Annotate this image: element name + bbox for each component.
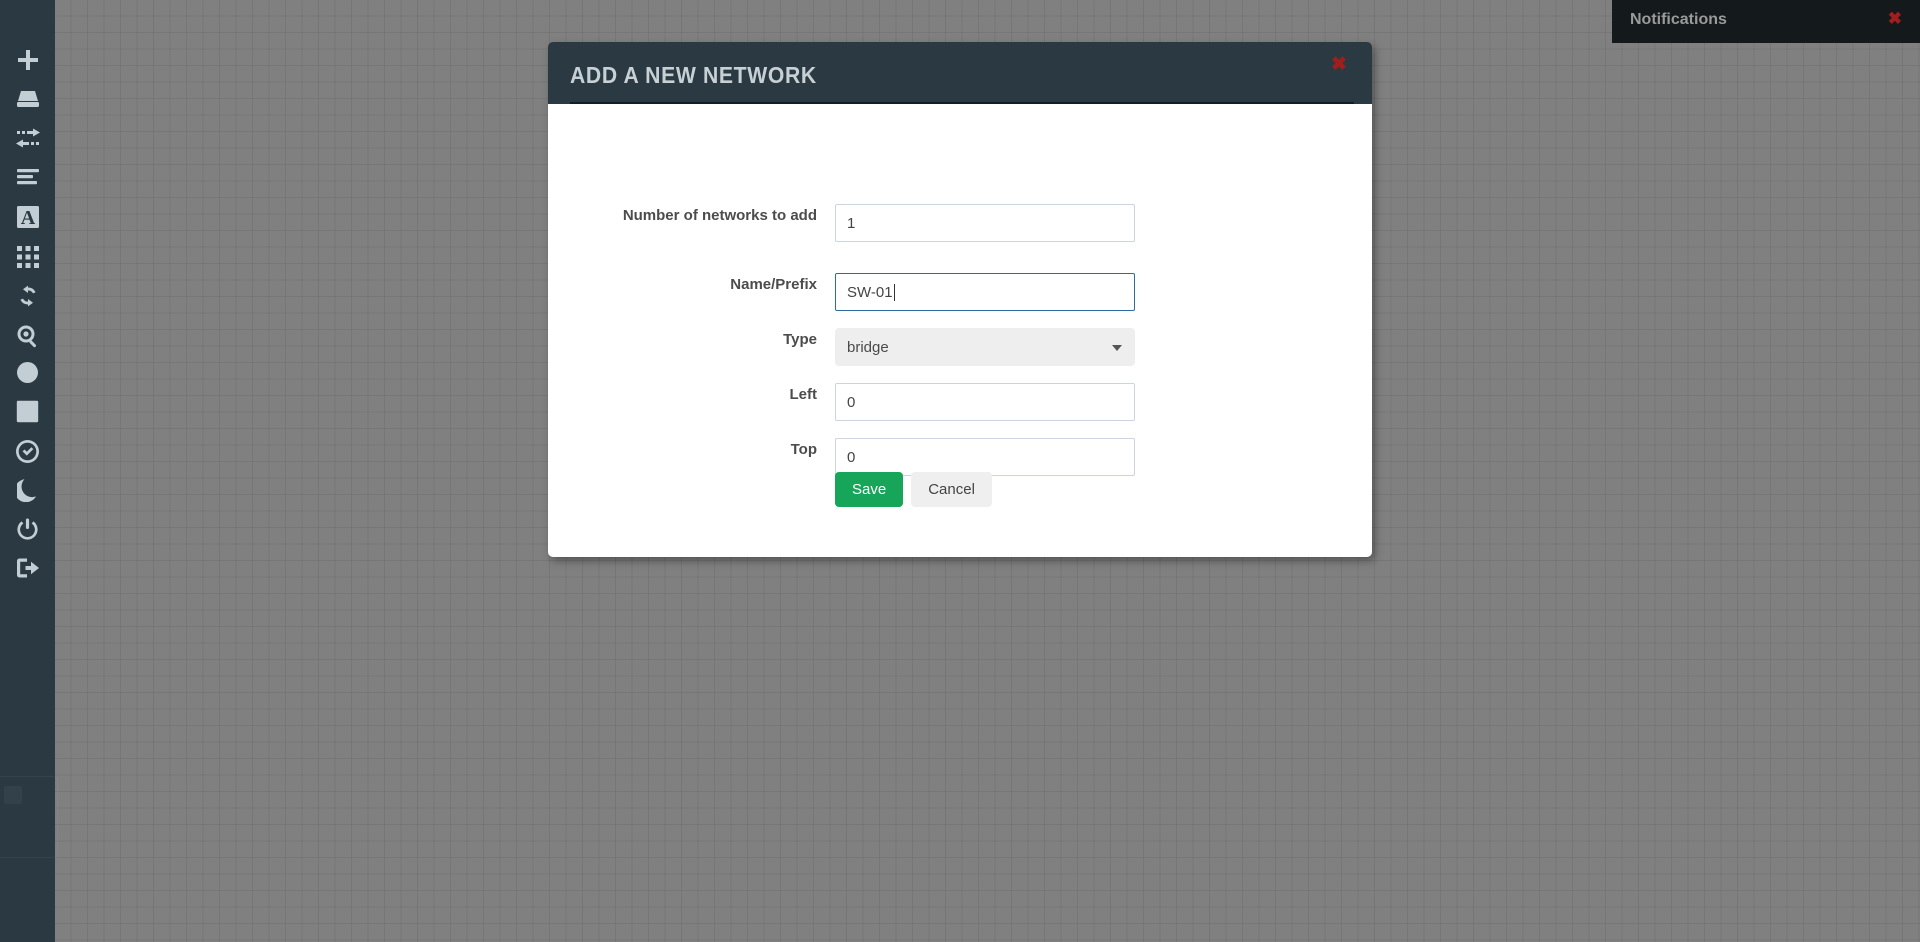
dialog-body: Number of networks to add 1 Name/Prefix … [548, 104, 1372, 557]
notifications-close-icon[interactable]: ✖ [1888, 10, 1902, 27]
cancel-button[interactable]: Cancel [911, 472, 992, 507]
arrows-exchange-icon [15, 126, 41, 150]
notifications-title: Notifications [1630, 11, 1727, 28]
power-icon [16, 517, 39, 540]
logout-icon [16, 557, 40, 579]
input-name-prefix-value: SW-01 [847, 283, 893, 301]
input-top-value: 0 [847, 448, 856, 466]
letter-a-icon: A [16, 205, 40, 229]
label-name-prefix: Name/Prefix [730, 276, 817, 293]
label-type: Type [783, 331, 817, 348]
moon-icon [16, 478, 39, 502]
list-panel-icon [16, 400, 39, 423]
svg-text:A: A [20, 207, 35, 229]
add-network-dialog: ADD A NEW NETWORK ✖ Number of networks t… [548, 42, 1372, 557]
plus-icon [16, 48, 40, 72]
input-left[interactable]: 0 [835, 383, 1135, 421]
dialog-header: ADD A NEW NETWORK ✖ [548, 42, 1372, 104]
sidebar-item-logout[interactable] [0, 544, 55, 592]
dialog-actions: Save Cancel [835, 472, 992, 507]
left-toolbar: A [0, 0, 58, 942]
form-row-top: Top 0 [548, 438, 1372, 476]
notifications-panel: Notifications ✖ [1612, 0, 1920, 43]
chevron-down-icon [1112, 345, 1122, 351]
magnifier-plus-icon [16, 324, 40, 348]
form-row-name-prefix: Name/Prefix SW-01 [548, 273, 1372, 311]
save-button[interactable]: Save [835, 472, 904, 507]
grid-icon [16, 246, 39, 268]
dialog-title: ADD A NEW NETWORK [570, 62, 817, 88]
check-circle-icon [16, 439, 39, 463]
close-icon[interactable]: ✖ [1328, 53, 1350, 75]
select-type-value: bridge [847, 338, 889, 356]
label-number-of-networks: Number of networks to add [622, 207, 817, 224]
label-left: Left [789, 386, 818, 403]
application-root: A ADD A NEW NETWORK ✖ Number of networks… [0, 0, 1920, 942]
form-row-left: Left 0 [548, 383, 1372, 421]
select-type[interactable]: bridge [835, 328, 1135, 366]
input-number-of-networks[interactable]: 1 [835, 204, 1135, 242]
lines-align-icon [16, 167, 40, 189]
input-top[interactable]: 0 [835, 438, 1135, 476]
input-left-value: 0 [847, 393, 856, 411]
server-icon [15, 87, 41, 111]
refresh-icon [16, 284, 40, 308]
form-row-type: Type bridge [548, 328, 1372, 366]
form-row-number-of-networks: Number of networks to add 1 [548, 204, 1372, 242]
label-top: Top [790, 441, 817, 458]
sidebar-minimap-thumb[interactable] [4, 786, 22, 804]
input-name-prefix[interactable]: SW-01 [835, 273, 1135, 311]
text-cursor [893, 283, 895, 301]
info-circle-icon [16, 361, 39, 384]
input-number-of-networks-value: 1 [847, 214, 856, 232]
